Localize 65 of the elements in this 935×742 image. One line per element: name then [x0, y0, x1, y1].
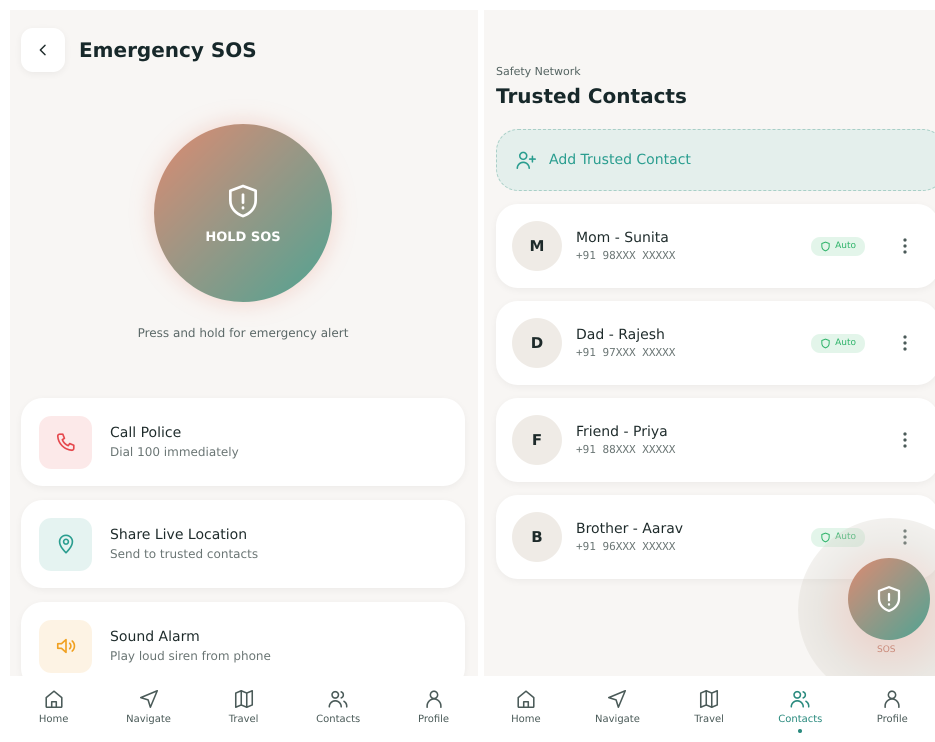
home-icon — [514, 688, 537, 710]
nav-tab[interactable]: Contacts — [778, 688, 822, 733]
people-icon — [789, 688, 812, 710]
people-icon — [327, 688, 350, 710]
active-indicator-dot — [798, 729, 802, 733]
nav-tab[interactable]: Contacts — [316, 688, 360, 725]
phone-number: +91 88XXX XXXXX — [576, 443, 676, 456]
nav-tab[interactable]: Navigate — [595, 688, 640, 725]
add-person-icon — [515, 149, 537, 171]
contact-name: Dad - Rajesh — [576, 327, 666, 343]
auto-badge: Auto — [811, 334, 865, 352]
auto-badge: Auto — [811, 236, 865, 256]
action-title: Sound Alarm — [110, 629, 201, 645]
nav-tab[interactable]: Home — [38, 688, 68, 725]
navigation-arrow-icon — [606, 688, 628, 710]
action-description: Send to trusted contacts — [110, 547, 258, 561]
more-options-button[interactable] — [901, 527, 909, 547]
home-icon — [42, 688, 65, 710]
map-icon — [698, 688, 720, 710]
sos-label: SOS — [877, 645, 896, 655]
shield-icon — [820, 532, 832, 542]
contact-card[interactable]: B Brother - Aarav +91 96XXX XXXXX Auto — [496, 495, 935, 579]
nav-tab[interactable]: Navigate — [126, 688, 171, 725]
avatar-initial: F — [512, 415, 562, 465]
contact-name: Brother - Aarav — [576, 521, 684, 537]
vertical-dots-icon — [903, 238, 907, 254]
action-description: Play loud siren from phone — [110, 649, 271, 663]
action-title: Call Police — [110, 425, 182, 441]
nav-tab[interactable]: Home — [511, 688, 541, 725]
contact-card[interactable]: M Mom - Sunita +91 98XXX XXXXX Auto — [496, 204, 935, 288]
action-title: Share Live Location — [110, 527, 248, 543]
action-card[interactable]: Share Live Location Send to trusted contacts — [21, 500, 465, 588]
contact-card[interactable]: D Dad - Rajesh +91 97XXX XXXXX Auto — [496, 301, 935, 385]
phone-number: +91 98XXX XXXXX — [576, 249, 676, 262]
more-options-button[interactable] — [901, 430, 909, 450]
vertical-dots-icon — [903, 335, 907, 351]
auto-badge: Auto — [811, 528, 865, 546]
sos-instruction-text: Press and hold for emergency alert — [136, 326, 350, 340]
nav-tab[interactable]: Profile — [876, 688, 908, 725]
phone-number: +91 96XXX XXXXX — [576, 540, 676, 553]
action-description: Dial 100 immediately — [110, 445, 239, 459]
nav-tab[interactable]: Travel — [228, 688, 258, 725]
navigation-arrow-icon — [138, 688, 160, 710]
phone-icon — [54, 431, 76, 453]
vertical-dots-icon — [903, 529, 907, 545]
screen-title: Emergency SOS — [79, 38, 257, 62]
contact-name: Friend - Priya — [576, 424, 669, 440]
vertical-dots-icon — [903, 432, 907, 448]
nav-tab[interactable]: Profile — [418, 688, 450, 725]
shield-icon — [820, 240, 832, 252]
action-card[interactable]: Sound Alarm Play loud siren from phone — [21, 602, 465, 676]
avatar-initial: D — [512, 318, 562, 368]
contact-card[interactable]: F Friend - Priya +91 88XXX XXXXX — [496, 398, 935, 482]
action-card[interactable]: Call Police Dial 100 immediately — [21, 398, 465, 486]
screen-title: Trusted Contacts — [496, 84, 688, 108]
shield-icon — [820, 338, 832, 348]
more-options-button[interactable] — [901, 333, 909, 353]
section-label: Safety Network — [496, 65, 582, 78]
avatar-initial: M — [512, 221, 562, 271]
nav-tab[interactable]: Travel — [694, 688, 724, 725]
contact-name: Mom - Sunita — [576, 230, 670, 246]
more-options-button[interactable] — [901, 236, 909, 256]
phone-number: +91 97XXX XXXXX — [576, 346, 676, 359]
map-icon — [232, 688, 255, 710]
avatar-initial: B — [512, 512, 562, 562]
